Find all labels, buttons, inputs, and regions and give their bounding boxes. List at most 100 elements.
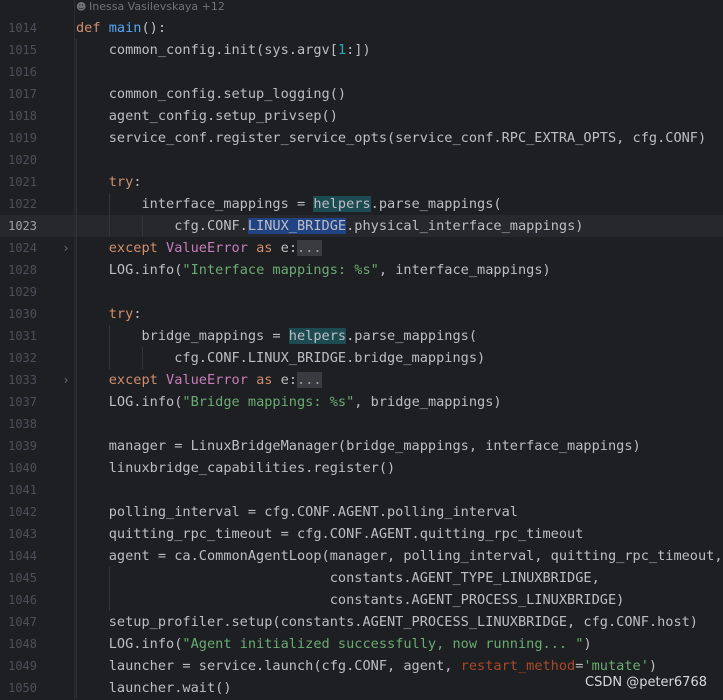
code-token: try bbox=[108, 174, 134, 190]
line-number[interactable]: 1037 bbox=[0, 391, 37, 413]
code-token: LOG.info( bbox=[76, 262, 183, 278]
line-number[interactable]: 1050 bbox=[0, 677, 37, 699]
line-number[interactable]: 1031 bbox=[0, 325, 37, 347]
code-token: "Agent initialized successfully, now run… bbox=[182, 636, 584, 652]
line-number[interactable]: 1038 bbox=[0, 413, 37, 435]
line-number[interactable]: 1048 bbox=[0, 633, 37, 655]
code-token: agent_config.setup_privsep() bbox=[76, 108, 338, 124]
code-token: .parse_mappings( bbox=[346, 328, 478, 344]
line-number[interactable]: 1024 bbox=[0, 237, 37, 259]
code-line[interactable]: def main(): bbox=[76, 17, 166, 39]
author-annotation: ☻ Inessa Vasilevskaya +12 bbox=[76, 0, 225, 14]
watermark: CSDN @peter6768 bbox=[585, 675, 707, 690]
line-number[interactable]: 1029 bbox=[0, 281, 37, 303]
code-line[interactable]: try: bbox=[76, 171, 142, 193]
code-token: "Interface mappings: %s" bbox=[182, 262, 379, 278]
line-number[interactable]: 1033 bbox=[0, 369, 37, 391]
code-line[interactable]: LOG.info("Agent initialized successfully… bbox=[76, 633, 592, 655]
code-token: e: bbox=[272, 240, 298, 256]
line-number[interactable]: 1032 bbox=[0, 347, 37, 369]
code-token: def bbox=[76, 20, 109, 36]
line-number[interactable]: 1021 bbox=[0, 171, 37, 193]
folded-region[interactable]: ... bbox=[297, 240, 322, 256]
line-number[interactable]: 1018 bbox=[0, 105, 37, 127]
folded-region[interactable]: ... bbox=[297, 372, 322, 388]
code-token: launcher = service.launch(cfg.CONF, agen… bbox=[76, 658, 461, 674]
code-token: service_conf.register_service_opts(servi… bbox=[76, 130, 707, 146]
code-token: common_config.init(sys.argv[ bbox=[76, 42, 338, 58]
code-line[interactable]: except ValueError as e:... bbox=[76, 237, 322, 259]
line-number[interactable]: 1017 bbox=[0, 83, 37, 105]
code-line[interactable]: launcher.wait() bbox=[76, 677, 232, 699]
line-number[interactable]: 1015 bbox=[0, 39, 37, 61]
line-number[interactable]: 1020 bbox=[0, 149, 37, 171]
line-number[interactable]: 1040 bbox=[0, 457, 37, 479]
line-number[interactable]: 1047 bbox=[0, 611, 37, 633]
code-line[interactable]: constants.AGENT_TYPE_LINUXBRIDGE, bbox=[76, 567, 600, 589]
code-token: quitting_rpc_timeout = cfg.CONF.AGENT.qu… bbox=[76, 526, 584, 542]
code-line[interactable]: service_conf.register_service_opts(servi… bbox=[76, 127, 706, 149]
code-line[interactable]: quitting_rpc_timeout = cfg.CONF.AGENT.qu… bbox=[76, 523, 584, 545]
code-token: e: bbox=[272, 372, 298, 388]
code-token: : bbox=[133, 306, 142, 322]
code-token: .physical_interface_mappings) bbox=[346, 218, 584, 234]
code-line[interactable]: setup_profiler.setup(constants.AGENT_PRO… bbox=[76, 611, 698, 633]
code-token: agent = ca.CommonAgentLoop(manager, poll… bbox=[76, 548, 723, 564]
code-line[interactable]: except ValueError as e:... bbox=[76, 369, 322, 391]
code-line[interactable]: LOG.info("Bridge mappings: %s", bridge_m… bbox=[76, 391, 502, 413]
code-token: setup_profiler.setup(constants.AGENT_PRO… bbox=[76, 614, 698, 630]
code-token: ) bbox=[648, 658, 658, 674]
code-line[interactable]: common_config.init(sys.argv[1:]) bbox=[76, 39, 371, 61]
code-token: , bridge_mappings) bbox=[354, 394, 502, 410]
line-number[interactable]: 1019 bbox=[0, 127, 37, 149]
code-token: manager = LinuxBridgeManager(bridge_mapp… bbox=[76, 438, 641, 454]
code-line[interactable]: cfg.CONF.LINUX_BRIDGE.bridge_mappings) bbox=[76, 347, 485, 369]
code-line[interactable]: common_config.setup_logging() bbox=[76, 83, 346, 105]
code-line[interactable]: linuxbridge_capabilities.register() bbox=[76, 457, 395, 479]
code-line[interactable]: try: bbox=[76, 303, 142, 325]
author-text: Inessa Vasilevskaya +12 bbox=[89, 0, 225, 13]
code-line[interactable]: launcher = service.launch(cfg.CONF, agen… bbox=[76, 655, 657, 677]
line-number[interactable]: 1041 bbox=[0, 479, 37, 501]
code-token: ) bbox=[583, 636, 592, 652]
code-line[interactable]: constants.AGENT_PROCESS_LINUXBRIDGE) bbox=[76, 589, 625, 611]
code-line[interactable]: LOG.info("Interface mappings: %s", inter… bbox=[76, 259, 551, 281]
code-token: except bbox=[108, 372, 167, 388]
code-token: try bbox=[108, 306, 134, 322]
code-token: 'mutate' bbox=[583, 658, 649, 674]
code-token: constants.AGENT_TYPE_LINUXBRIDGE, bbox=[76, 570, 600, 586]
code-token: cfg.CONF.LINUX_BRIDGE.bridge_mappings) bbox=[76, 350, 486, 366]
code-line[interactable]: interface_mappings = helpers.parse_mappi… bbox=[76, 193, 502, 215]
code-token: linuxbridge_capabilities.register() bbox=[76, 460, 396, 476]
code-line[interactable]: bridge_mappings = helpers.parse_mappings… bbox=[76, 325, 477, 347]
code-line[interactable]: manager = LinuxBridgeManager(bridge_mapp… bbox=[76, 435, 641, 457]
code-token: helpers bbox=[313, 196, 371, 212]
code-line[interactable]: cfg.CONF.LINUX_BRIDGE.physical_interface… bbox=[76, 215, 583, 237]
code-line[interactable]: polling_interval = cfg.CONF.AGENT.pollin… bbox=[76, 501, 518, 523]
code-token: polling_interval = cfg.CONF.AGENT.pollin… bbox=[76, 504, 518, 520]
line-number[interactable]: 1045 bbox=[0, 567, 37, 589]
code-line[interactable]: agent = ca.CommonAgentLoop(manager, poll… bbox=[76, 545, 723, 567]
line-number[interactable]: 1044 bbox=[0, 545, 37, 567]
line-number[interactable]: 1039 bbox=[0, 435, 37, 457]
code-token: restart_method bbox=[460, 658, 576, 674]
line-number[interactable]: 1022 bbox=[0, 193, 37, 215]
fold-chevron-icon[interactable]: › bbox=[60, 237, 72, 259]
line-number[interactable]: 1014 bbox=[0, 17, 37, 39]
code-line[interactable]: agent_config.setup_privsep() bbox=[76, 105, 338, 127]
line-number[interactable]: 1046 bbox=[0, 589, 37, 611]
fold-chevron-icon[interactable]: › bbox=[60, 369, 72, 391]
line-number[interactable]: 1016 bbox=[0, 61, 37, 83]
line-number[interactable]: 1042 bbox=[0, 501, 37, 523]
code-token: bridge_mappings = bbox=[76, 328, 289, 344]
line-number[interactable]: 1030 bbox=[0, 303, 37, 325]
line-number[interactable]: 1043 bbox=[0, 523, 37, 545]
line-number[interactable]: 1023 bbox=[0, 215, 37, 237]
line-number[interactable]: 1028 bbox=[0, 259, 37, 281]
code-token: LINUX_BRIDGE bbox=[247, 218, 347, 234]
line-number[interactable]: 1049 bbox=[0, 655, 37, 677]
code-token: ValueError bbox=[166, 372, 248, 388]
